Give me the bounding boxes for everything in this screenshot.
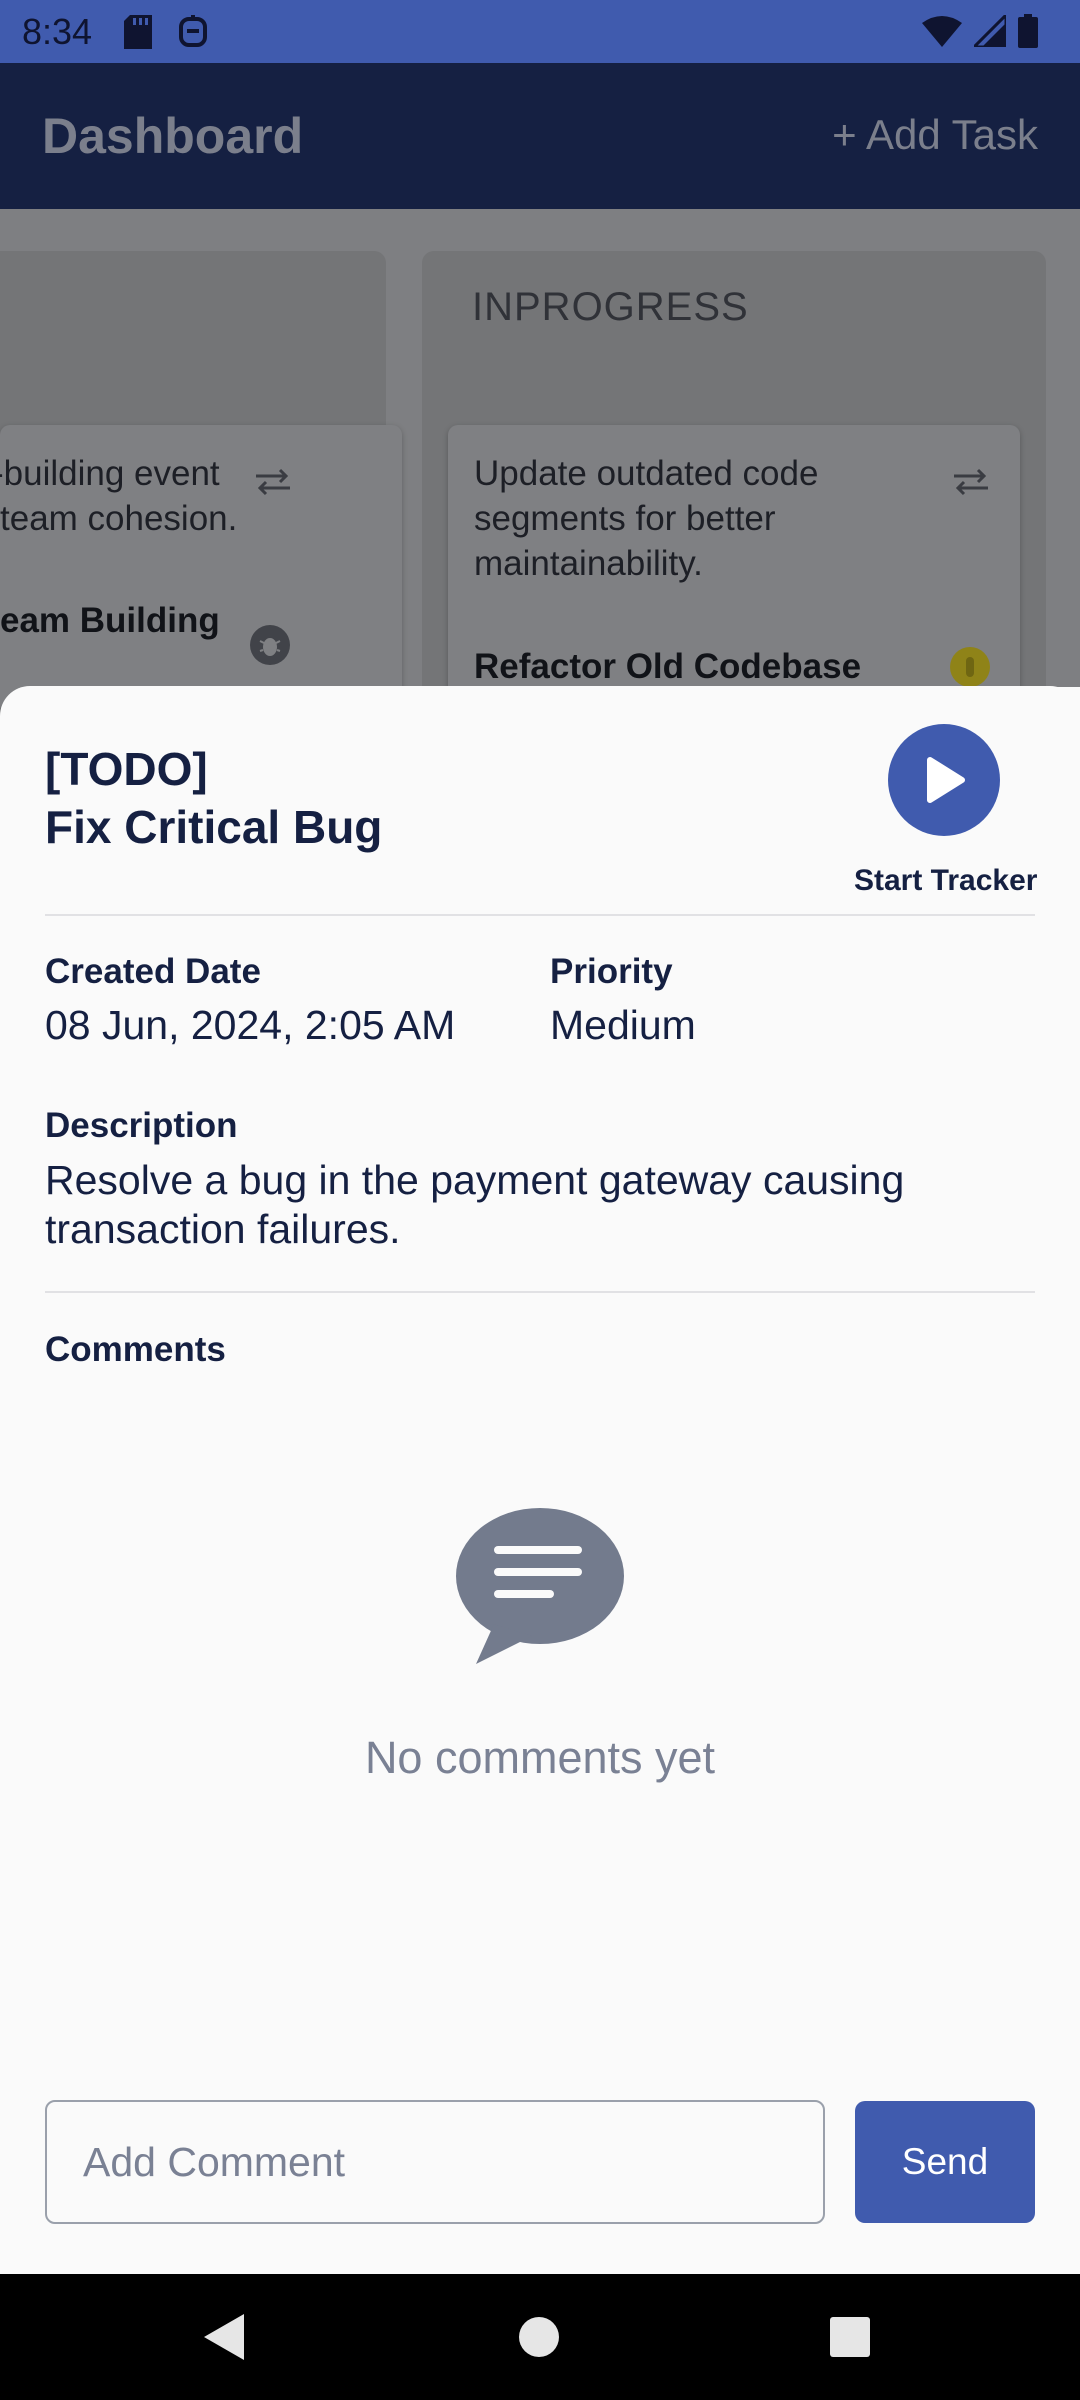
system-nav-bar <box>0 2274 1080 2400</box>
chat-bubble-icon <box>454 1506 626 1671</box>
created-date-label: Created Date <box>45 952 261 991</box>
task-card[interactable]: -building event team cohesion. eam Build… <box>0 425 402 715</box>
task-card-description: Update outdated code segments for better… <box>474 454 819 583</box>
task-title: Fix Critical Bug <box>45 801 383 853</box>
swap-icon[interactable] <box>254 467 292 502</box>
app-bar: Dashboard + Add Task <box>0 63 1080 209</box>
created-date-value: 08 Jun, 2024, 2:05 AM <box>45 1002 456 1048</box>
divider <box>45 914 1035 916</box>
notification-icon <box>178 15 208 54</box>
description-label: Description <box>45 1106 238 1145</box>
status-bar: 8:34 <box>0 0 1080 63</box>
status-time: 8:34 <box>22 11 93 52</box>
battery-icon <box>1018 14 1038 53</box>
description-value: Resolve a bug in the payment gateway cau… <box>45 1157 905 1252</box>
status-right-icons <box>922 11 1038 53</box>
swap-icon[interactable] <box>952 467 990 502</box>
start-tracker-button[interactable] <box>888 724 1000 836</box>
task-status: [TODO] <box>45 743 208 795</box>
task-detail-sheet: [TODO] Fix Critical Bug Start Tracker Cr… <box>0 686 1080 2274</box>
signal-icon <box>970 11 1008 52</box>
task-card[interactable]: Update outdated code segments for better… <box>448 425 1020 715</box>
sd-card-icon <box>124 15 152 54</box>
empty-comments-text: No comments yet <box>364 1732 716 1783</box>
page-title: Dashboard <box>42 108 304 164</box>
status-left-icons <box>124 15 208 54</box>
board-column-inprogress: INPROGRESS Update outdated code segments… <box>422 251 1046 731</box>
board-column-todo: -building event team cohesion. eam Build… <box>0 251 402 731</box>
column-title: INPROGRESS <box>472 285 749 329</box>
play-icon <box>927 757 965 803</box>
screen: 8:34 Dashboard + Add Task -building even… <box>0 0 1080 2400</box>
home-icon[interactable] <box>519 2317 559 2362</box>
priority-label: Priority <box>550 952 673 991</box>
send-button[interactable]: Send <box>855 2101 1035 2223</box>
add-task-button[interactable]: + Add Task <box>832 111 1038 159</box>
task-card-title: Refactor Old Codebase <box>474 647 862 686</box>
recent-apps-icon[interactable] <box>830 2317 870 2362</box>
divider <box>45 1291 1035 1293</box>
comments-label: Comments <box>45 1330 226 1369</box>
comment-input[interactable] <box>45 2100 825 2224</box>
kanban-board: -building event team cohesion. eam Build… <box>0 209 1080 731</box>
back-icon[interactable] <box>204 2314 244 2365</box>
task-card-title: eam Building <box>0 601 220 640</box>
bug-badge-icon <box>250 625 290 670</box>
start-tracker-label: Start Tracker <box>854 864 1038 897</box>
priority-value: Medium <box>550 1002 696 1048</box>
wifi-icon <box>922 15 962 52</box>
